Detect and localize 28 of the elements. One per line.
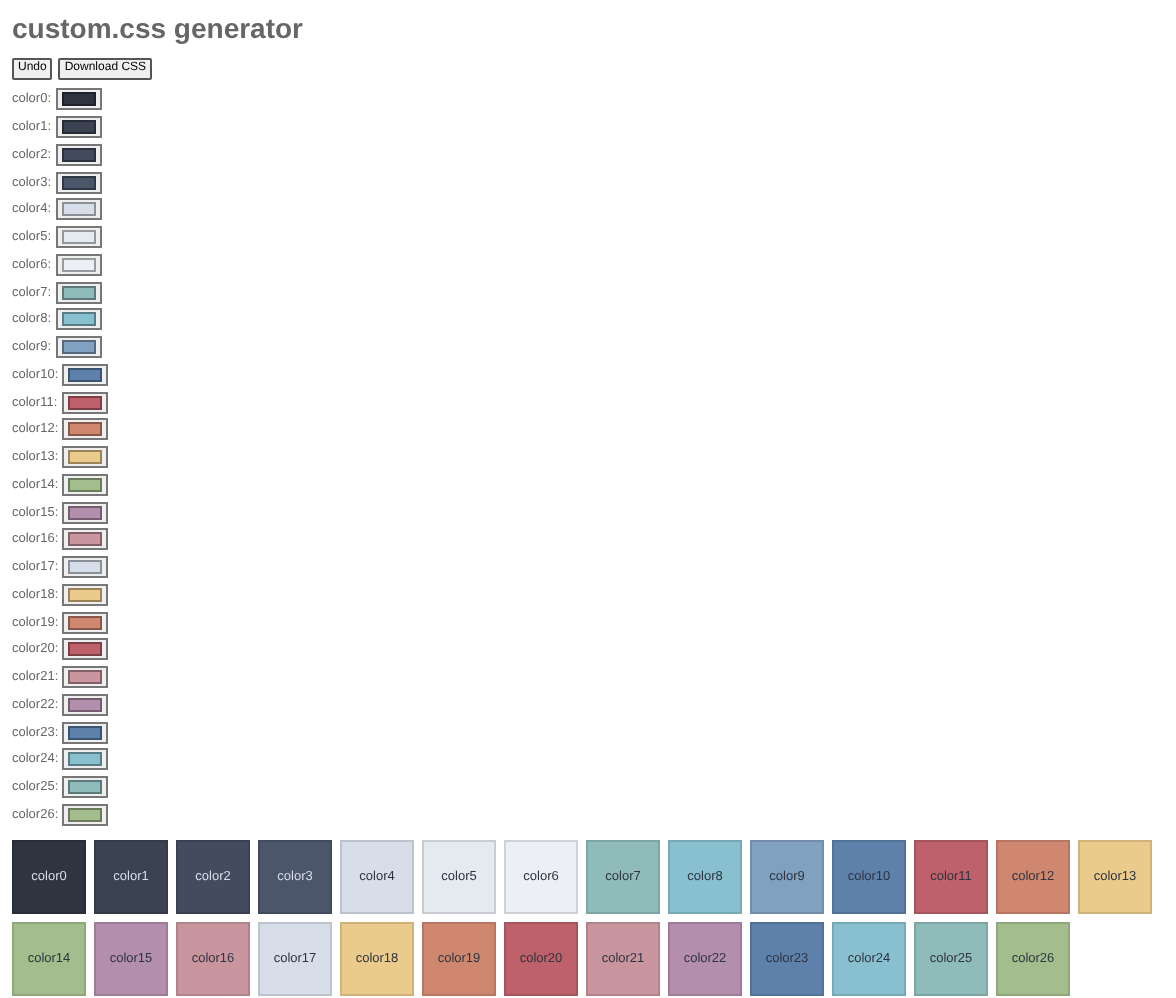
- color-picker[interactable]: [62, 473, 109, 496]
- color-picker[interactable]: [55, 171, 102, 194]
- color-picker[interactable]: [55, 253, 102, 276]
- color-picker[interactable]: [62, 528, 109, 551]
- color-picker[interactable]: [62, 721, 109, 744]
- color-picker[interactable]: [55, 198, 102, 221]
- color-picker[interactable]: [61, 391, 108, 414]
- color-picker[interactable]: [62, 748, 109, 771]
- color-picker[interactable]: [62, 501, 109, 524]
- page-title: custom.css generator: [12, 12, 305, 46]
- color-picker[interactable]: [62, 638, 109, 661]
- color-picker[interactable]: [62, 446, 109, 469]
- color-picker[interactable]: [55, 226, 102, 249]
- color-picker[interactable]: [62, 666, 109, 689]
- color-picker[interactable]: [55, 116, 102, 139]
- color-picker[interactable]: [55, 336, 102, 359]
- color-picker[interactable]: [62, 556, 109, 579]
- color-picker[interactable]: [55, 308, 102, 331]
- color-picker[interactable]: [55, 281, 102, 304]
- color-picker[interactable]: [62, 363, 109, 386]
- color-picker[interactable]: [62, 418, 109, 441]
- color-picker[interactable]: [62, 583, 109, 606]
- color-picker[interactable]: [55, 88, 102, 111]
- color-picker[interactable]: [62, 803, 109, 826]
- color-picker[interactable]: [62, 611, 109, 634]
- color-picker[interactable]: [62, 776, 109, 799]
- color-picker[interactable]: [55, 143, 102, 166]
- color-picker[interactable]: [62, 693, 109, 716]
